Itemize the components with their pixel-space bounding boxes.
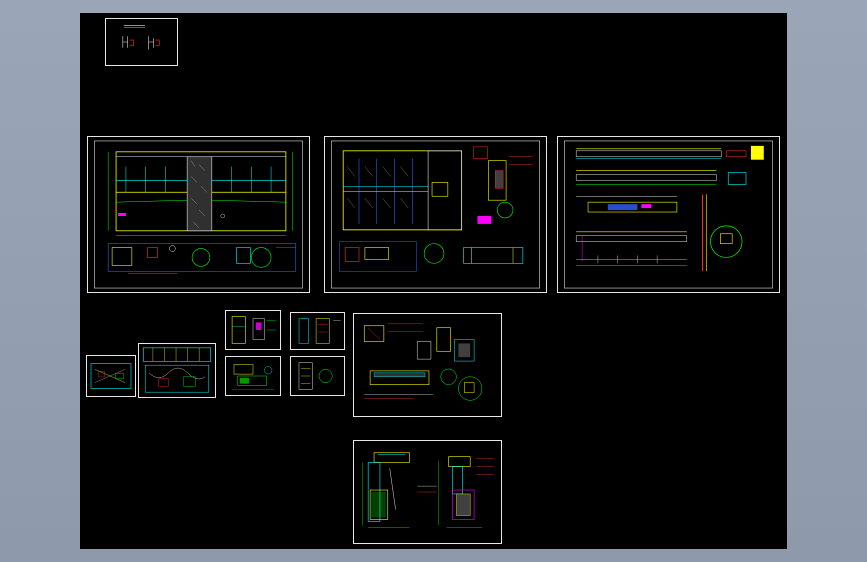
legend-drawing	[122, 25, 160, 50]
elevation-a-drawing	[94, 140, 303, 289]
detail-4-drawing	[298, 362, 333, 390]
detail-sheet-3[interactable]	[225, 356, 281, 396]
plan-2-drawing	[142, 347, 212, 393]
plan-sheet-1[interactable]	[86, 355, 136, 397]
section-bottom-drawing	[362, 452, 494, 528]
detail-sheet-1[interactable]	[225, 310, 281, 350]
detail-3-drawing	[232, 364, 274, 390]
detail-1-drawing	[231, 316, 276, 344]
detail-sheet-2[interactable]	[290, 312, 345, 350]
elevation-b-drawing	[331, 140, 540, 289]
elevation-sheet-a[interactable]	[87, 136, 310, 293]
section-sheet-bottom[interactable]	[353, 440, 502, 544]
detail-sheet-5[interactable]	[353, 313, 502, 417]
section-sheet-c[interactable]	[557, 136, 780, 293]
plan-sheet-2[interactable]	[138, 343, 216, 398]
section-c-drawing	[564, 140, 773, 289]
cad-model-space[interactable]	[80, 13, 787, 549]
detail-2-drawing	[298, 318, 341, 344]
plan-1-drawing	[90, 363, 132, 389]
detail-5-drawing	[363, 323, 483, 401]
elevation-sheet-b[interactable]	[324, 136, 547, 293]
legend-sheet[interactable]	[105, 18, 178, 66]
detail-sheet-4[interactable]	[290, 356, 345, 396]
